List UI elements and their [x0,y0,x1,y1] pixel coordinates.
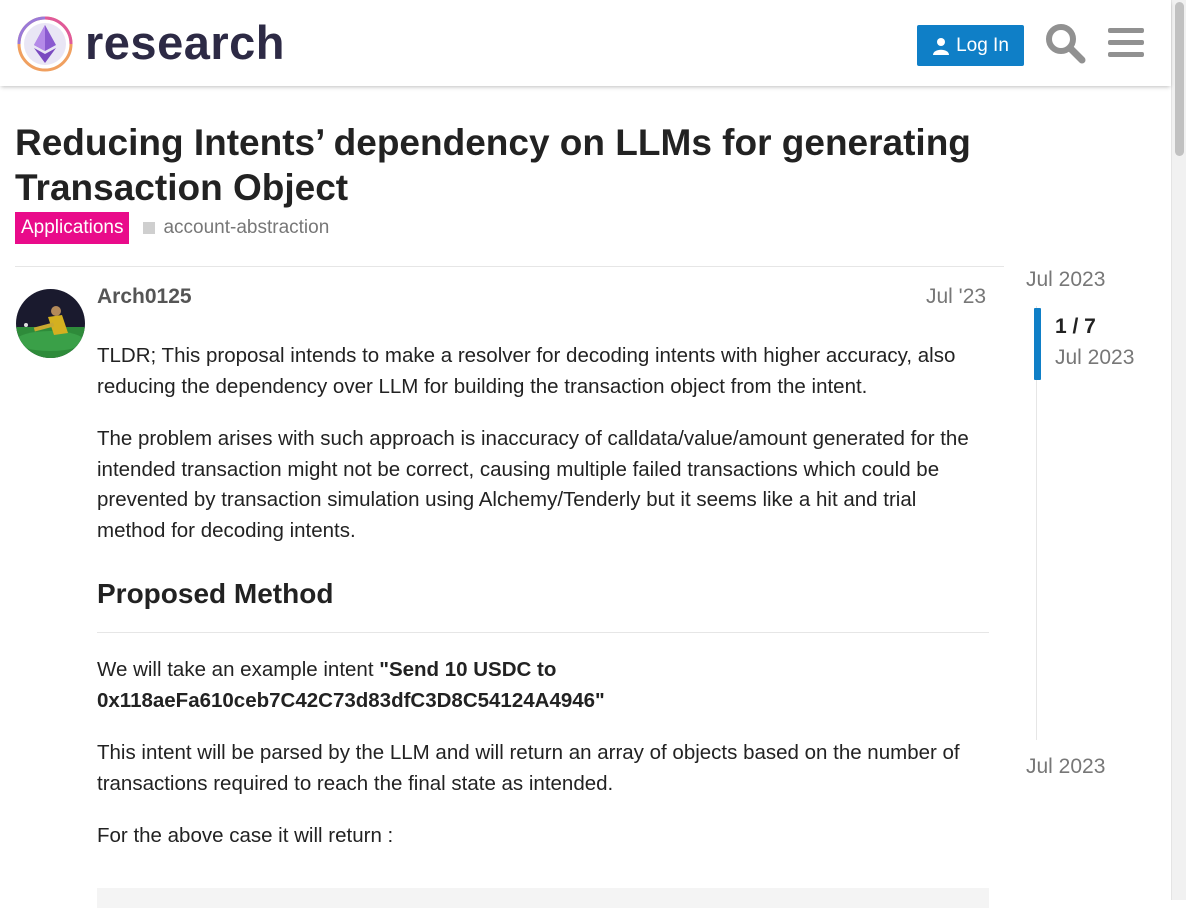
timeline-end-date[interactable]: Jul 2023 [1026,755,1105,779]
code-block [97,888,989,908]
topic-divider [15,266,1004,267]
search-button[interactable] [1044,22,1086,64]
hamburger-menu-icon [1108,28,1144,57]
user-icon [933,37,950,55]
category-badge[interactable]: Applications [15,212,130,244]
hamburger-menu-button[interactable] [1106,22,1146,64]
timeline-handle-date: Jul 2023 [1055,346,1135,369]
page-scrollbar[interactable] [1171,0,1186,900]
site-header: research Log In [0,0,1171,86]
tag-label: account-abstraction [163,217,330,238]
timeline-start-date[interactable]: Jul 2023 [1026,268,1105,292]
login-button[interactable]: Log In [917,25,1024,66]
post-paragraph: The problem arises with such approach is… [97,427,969,542]
post-date[interactable]: Jul '23 [926,285,986,309]
topic-title[interactable]: Reducing Intents’ dependency on LLMs for… [15,120,1025,210]
post-paragraph-example: We will take an example intent "Send 10 … [97,655,989,716]
research-logo-icon[interactable] [16,15,74,73]
login-label: Log In [956,34,1009,56]
post-paragraph: For the above case it will return : [97,824,394,847]
post-username[interactable]: Arch0125 [97,285,192,309]
post-body: TLDR; This proposal intends to make a re… [97,341,989,874]
scrollbar-thumb[interactable] [1175,2,1184,156]
search-icon [1046,24,1086,64]
site-name[interactable]: research [85,14,285,72]
tag-link[interactable]: account-abstraction [143,217,329,239]
avatar[interactable] [16,289,85,358]
tag-square-icon [143,222,156,234]
timeline-handle[interactable] [1034,308,1041,380]
timeline-position: 1 / 7 [1055,315,1096,338]
post-heading: Proposed Method [97,576,989,633]
example-prefix: We will take an example intent [97,658,380,681]
topic-badges: Applications account-abstraction [15,212,329,244]
post-paragraph: This intent will be parsed by the LLM an… [97,741,960,795]
post-paragraph: TLDR; This proposal intends to make a re… [97,344,956,398]
